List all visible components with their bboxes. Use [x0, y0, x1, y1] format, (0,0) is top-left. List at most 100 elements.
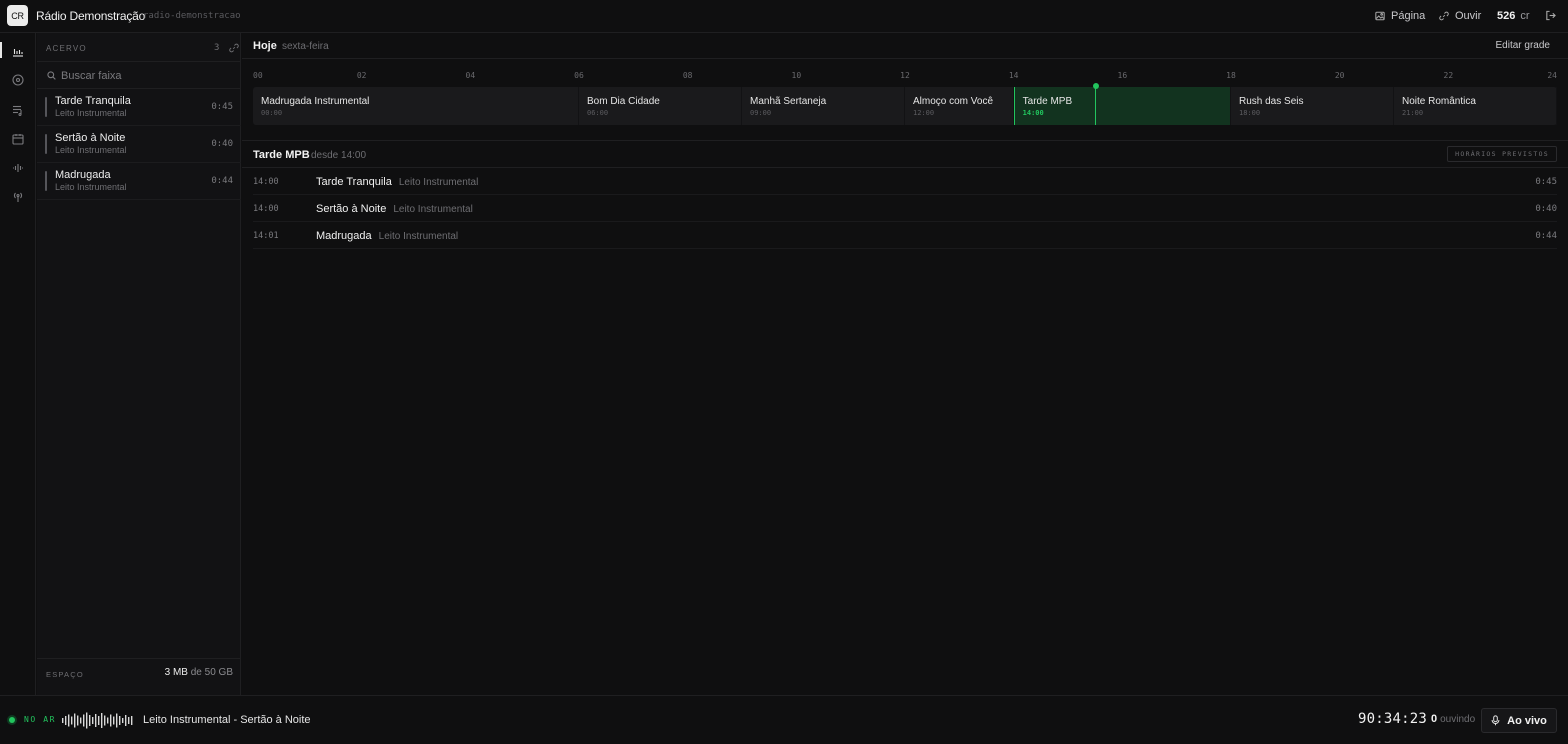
dashboard-icon: [13, 49, 23, 57]
page-link[interactable]: Página: [1375, 10, 1425, 22]
logout-icon[interactable]: [1545, 10, 1556, 21]
program-block[interactable]: Rush das Seis 18:00: [1231, 87, 1394, 125]
storage-of: de: [190, 667, 202, 678]
program-start: 21:00: [1402, 109, 1424, 117]
track-title: Madrugada: [55, 169, 111, 181]
hour-tick: 00: [253, 71, 263, 80]
program-name: Madrugada Instrumental: [261, 96, 370, 107]
nav-dashboard[interactable]: [9, 42, 27, 60]
track-subtitle: Leito Instrumental: [55, 108, 127, 118]
edit-grid-button[interactable]: Editar grade: [1496, 40, 1550, 51]
program-block[interactable]: Bom Dia Cidade 06:00: [579, 87, 742, 125]
go-live-label: Ao vivo: [1507, 714, 1547, 727]
hour-tick: 12: [900, 71, 910, 80]
program-name: Almoço com Você: [913, 96, 994, 107]
calendar-icon: [12, 134, 24, 145]
queue-subtitle: Leito Instrumental: [393, 204, 473, 215]
queue-duration: 0:45: [1535, 177, 1557, 187]
nav-discs[interactable]: [9, 71, 27, 89]
station-name: Rádio Demonstração: [36, 9, 146, 23]
storage-usage: ESPAÇO 3 MB de 50 GB: [37, 658, 241, 686]
program-name: Noite Romântica: [1402, 96, 1476, 107]
program-block[interactable]: Tarde MPB 14:00: [1013, 87, 1231, 125]
library-header: ACERVO 3: [46, 42, 239, 56]
current-program-since: desde 14:00: [311, 150, 367, 161]
day-title: Hoje: [253, 40, 277, 52]
program-block[interactable]: Manhã Sertaneja 09:00: [742, 87, 905, 125]
queue-row[interactable]: 14:00 Sertão à Noite Leito Instrumental 0…: [253, 195, 1557, 222]
queue-subtitle: Leito Instrumental: [398, 177, 479, 188]
program-name: Manhã Sertaneja: [750, 96, 827, 107]
nav-schedule[interactable]: [9, 130, 27, 148]
program-name: Rush das Seis: [1239, 96, 1304, 107]
hour-tick: 10: [791, 71, 802, 80]
link-icon[interactable]: [229, 43, 239, 53]
queue-time: 14:00: [253, 204, 279, 214]
listeners-value: 0: [1431, 713, 1438, 725]
queue-subtitle: Leito Instrumental: [378, 231, 459, 242]
queue-title-wrap: Madrugada Leito Instrumental: [316, 230, 458, 242]
program-block[interactable]: Madrugada Instrumental 00:00: [253, 87, 579, 125]
station-logo[interactable]: CR: [7, 5, 28, 26]
queue-duration: 0:40: [1535, 204, 1557, 214]
waveform-icon: [62, 712, 133, 729]
program-start: 14:00: [1022, 109, 1044, 117]
nav-broadcast[interactable]: [9, 188, 27, 206]
track-duration: 0:44: [211, 176, 233, 186]
track-title: Tarde Tranquila: [55, 95, 131, 107]
storage-label: ESPAÇO: [46, 670, 84, 679]
track-duration: 0:40: [211, 139, 233, 149]
now-playing: Leito Instrumental - Sertão à Noite: [143, 714, 311, 726]
audio-icon: [13, 164, 23, 172]
hour-tick: 18: [1226, 71, 1236, 80]
current-program-title: Tarde MPB: [253, 149, 310, 161]
queue-time: 14:01: [253, 231, 279, 241]
library-item[interactable]: Sertão à Noite Leito Instrumental 0:40: [37, 126, 241, 163]
storage-total: 50 GB: [204, 667, 233, 678]
program-block[interactable]: Almoço com Você 12:00: [905, 87, 1014, 125]
day-header: Hoje sexta-feira Editar grade: [242, 33, 1568, 59]
now-indicator: [1095, 87, 1097, 125]
image-icon: [1375, 11, 1385, 21]
forecast-badge: HORÁRIOS PREVISTOS: [1447, 146, 1557, 162]
hour-tick: 04: [465, 71, 476, 80]
queue-title: Madrugada: [316, 230, 372, 242]
playlist-icon: [13, 105, 22, 116]
hour-tick: 22: [1443, 71, 1454, 80]
disc-icon: [12, 74, 24, 86]
program-name: Bom Dia Cidade: [587, 96, 660, 107]
track-search: [37, 61, 241, 89]
hour-tick: 02: [356, 71, 367, 80]
go-live-button[interactable]: Ao vivo: [1481, 708, 1557, 733]
main-content: Hoje sexta-feira Editar grade 00 02 04 06 08…: [242, 33, 1568, 695]
library-item[interactable]: Tarde Tranquila Leito Instrumental 0:45: [37, 89, 241, 126]
track-subtitle: Leito Instrumental: [55, 145, 127, 155]
track-duration: 0:45: [211, 102, 233, 112]
current-program-header: Tarde MPB desde 14:00 HORÁRIOS PREVISTOS: [242, 141, 1568, 168]
player-bar: NO AR Leito Instrumental - Sertão à Noit…: [0, 695, 1568, 744]
navigation-rail: [0, 33, 36, 695]
hour-tick: 06: [574, 71, 584, 80]
microphone-icon: [1491, 715, 1500, 726]
nav-audio[interactable]: [9, 159, 27, 177]
active-indicator: [0, 42, 2, 58]
queue-title: Sertão à Noite: [316, 203, 387, 215]
credits-unit: cr: [1520, 10, 1530, 22]
program-block[interactable]: Noite Romântica 21:00: [1394, 87, 1557, 125]
track-title: Sertão à Noite: [55, 132, 126, 144]
storage-value: 3 MB de 50 GB: [165, 667, 233, 678]
library-item[interactable]: Madrugada Leito Instrumental 0:44: [37, 163, 241, 200]
search-input[interactable]: [61, 67, 231, 85]
queue-title: Tarde Tranquila: [316, 176, 392, 188]
page-link-label: Página: [1391, 10, 1426, 22]
listen-link[interactable]: Ouvir: [1439, 10, 1481, 22]
schedule-timeline: Madrugada Instrumental 00:00 Bom Dia Cidad…: [253, 83, 1557, 125]
top-bar: CR Rádio Demonstração radio-demonstracao…: [0, 0, 1568, 33]
nav-playlists[interactable]: [9, 101, 27, 119]
track-color-bar: [45, 134, 47, 154]
queue-row[interactable]: 14:00 Tarde Tranquila Leito Instrumental …: [253, 168, 1557, 195]
queue-row[interactable]: 14:01 Madrugada Leito Instrumental 0:44: [253, 222, 1557, 249]
program-name: Tarde MPB: [1022, 96, 1073, 107]
credits-value: 526: [1497, 10, 1516, 22]
storage-used: 3 MB: [164, 667, 188, 678]
